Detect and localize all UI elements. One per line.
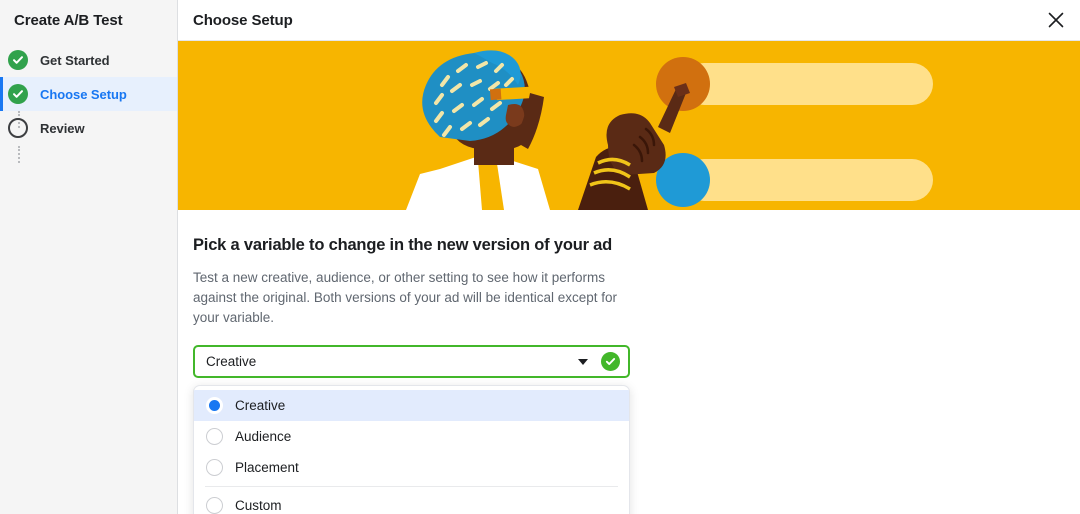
dropdown-divider [205,486,618,487]
empty-circle-icon [8,118,28,138]
radio-icon[interactable] [206,497,223,514]
check-circle-icon [8,50,28,70]
sidebar-step-label: Choose Setup [40,86,127,102]
close-icon[interactable] [1040,4,1072,36]
sidebar-step-label: Get Started [40,52,110,68]
radio-dot [209,400,220,411]
dropdown-option-custom[interactable]: Custom [194,490,629,514]
radio-icon[interactable] [206,428,223,445]
dropdown-option-label: Audience [235,429,292,444]
dialog-header: Choose Setup [178,0,1080,41]
dropdown-option-label: Custom [235,498,282,513]
section-heading: Pick a variable to change in the new ver… [193,236,613,254]
sidebar-step-label: Review [40,120,85,136]
chevron-down-icon[interactable] [578,358,588,365]
dropdown-option-label: Placement [235,460,299,475]
dropdown-option-label: Creative [235,398,286,413]
variable-select[interactable]: Creative [193,345,630,378]
sidebar-step-choose-setup[interactable]: Choose Setup [0,77,177,111]
check-circle-icon [8,84,28,104]
dropdown-option-audience[interactable]: Audience [194,421,629,452]
sidebar-step-review[interactable]: Review [0,111,177,145]
variable-select-wrapper: Creative Creative Audience Placement Cus… [193,345,630,514]
sidebar: Create A/B Test Get Started Choose Setup… [0,0,178,514]
ab-test-dialog: Create A/B Test Get Started Choose Setup… [0,0,1080,514]
step-connector-2 [18,146,20,163]
variable-dropdown-menu: Creative Audience Placement Custom [193,385,630,514]
variable-select-value: Creative [206,354,257,369]
dropdown-option-placement[interactable]: Placement [194,452,629,483]
setup-content: Pick a variable to change in the new ver… [178,210,1080,514]
banner-illustration [178,41,1080,210]
check-circle-icon [601,352,620,371]
sidebar-step-get-started[interactable]: Get Started [0,43,177,77]
dropdown-option-creative[interactable]: Creative [194,390,629,421]
main-panel: Choose Setup Pick a variable to change i… [178,0,1080,514]
section-description: Test a new creative, audience, or other … [193,270,617,325]
page-title: Choose Setup [193,11,293,29]
step-list: Get Started Choose Setup Review [0,43,177,163]
banner-artwork [178,41,1080,210]
radio-icon[interactable] [206,459,223,476]
radio-icon[interactable] [206,397,223,414]
sidebar-title: Create A/B Test [14,12,123,29]
